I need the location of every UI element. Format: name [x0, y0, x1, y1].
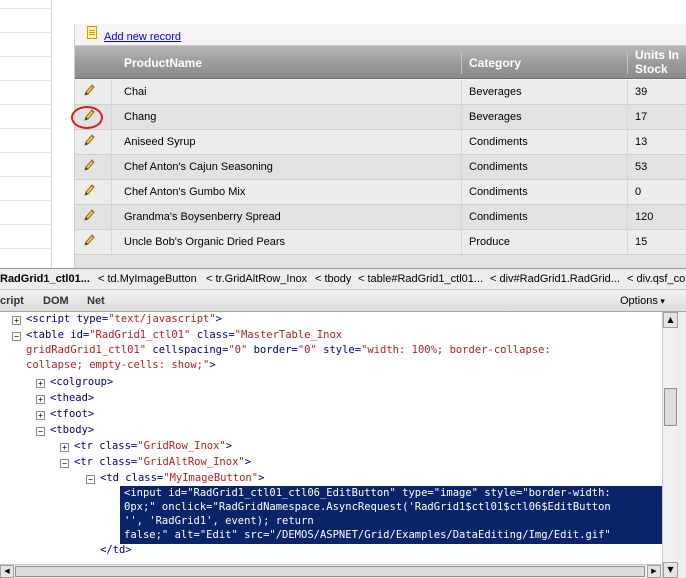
category-cell: Beverages	[469, 111, 522, 123]
collapse-toggle[interactable]: −	[12, 332, 21, 341]
table-row: Uncle Bob's Organic Dried Pears Produce …	[75, 230, 686, 255]
breadcrumb: RadGrid1_ctl01... < td.MyImageButton < t…	[0, 268, 686, 290]
table-row: Aniseed Syrup Condiments 13	[75, 130, 686, 155]
tab-script[interactable]: cript	[0, 295, 24, 307]
breadcrumb-item[interactable]: < tbody	[315, 273, 351, 285]
selected-line: '', 'RadGrid1', event); return	[124, 515, 314, 527]
horizontal-scroll-thumb[interactable]	[15, 566, 645, 577]
tree-line-table[interactable]: <table id="RadGrid1_ctl01" class="Master…	[26, 328, 342, 343]
category-cell: Condiments	[469, 186, 528, 198]
tree-line-tfoot[interactable]: <tfoot>	[50, 407, 94, 422]
table-row: Chang Beverages 17	[75, 105, 686, 130]
table-row: Chai Beverages 39	[75, 80, 686, 105]
vertical-scroll-thumb[interactable]	[664, 388, 677, 426]
category-cell: Produce	[469, 236, 510, 248]
tree-line-td-close: </td>	[100, 544, 132, 556]
product-name-cell: Chang	[124, 111, 157, 123]
header-category[interactable]: Category	[469, 56, 521, 70]
html-tree-panel: + <script type="text/javascript"> − <tab…	[0, 312, 662, 564]
units-cell: 13	[635, 136, 648, 148]
selected-line: <input id="RadGrid1_ctl01_ctl06_EditButt…	[124, 487, 611, 499]
category-cell: Beverages	[469, 86, 522, 98]
table-row: Grandma's Boysenberry Spread Condiments …	[75, 205, 686, 230]
header-product-name[interactable]: ProductName	[124, 56, 202, 70]
breadcrumb-item[interactable]: < div#RadGrid1.RadGrid...	[490, 273, 620, 285]
pencil-icon[interactable]	[83, 233, 95, 247]
tree-line-tr-altrow[interactable]: <tr class="GridAltRow_Inox">	[74, 455, 251, 470]
collapse-toggle[interactable]: −	[86, 475, 95, 484]
breadcrumb-item[interactable]: < td.MyImageButton	[98, 273, 197, 285]
grid-header-row: ProductName Category Units In Stock	[75, 46, 686, 79]
units-cell: 53	[635, 161, 648, 173]
product-name-cell: Chef Anton's Gumbo Mix	[124, 186, 246, 198]
header-units-in-stock[interactable]: Units In Stock	[635, 48, 686, 76]
tab-net[interactable]: Net	[87, 295, 105, 307]
tree-line-colgroup[interactable]: <colgroup>	[50, 375, 113, 390]
tree-line-script[interactable]: <script type="text/javascript">	[26, 312, 222, 327]
units-cell: 15	[635, 236, 648, 248]
expand-toggle[interactable]: +	[60, 443, 69, 452]
tree-line-thead[interactable]: <thead>	[50, 391, 94, 406]
product-name-cell: Chai	[124, 86, 147, 98]
options-menu-button[interactable]: Options	[620, 295, 665, 307]
table-row	[75, 255, 686, 268]
products-grid: Add new record ProductName Category Unit…	[74, 24, 686, 268]
firebug-tab-bar: cript DOM Net Options	[0, 290, 686, 312]
product-name-cell: Chef Anton's Cajun Seasoning	[124, 161, 273, 173]
table-row: Chef Anton's Cajun Seasoning Condiments …	[75, 155, 686, 180]
highlight-circle	[71, 106, 103, 129]
expand-toggle[interactable]: +	[12, 316, 21, 325]
tree-line-table-cont: collapse; empty-cells: show;">	[26, 359, 216, 371]
pencil-icon[interactable]	[83, 83, 95, 97]
pencil-icon[interactable]	[83, 183, 95, 197]
breadcrumb-item[interactable]: < tr.GridAltRow_Inox	[206, 273, 307, 285]
scroll-up-arrow-icon[interactable]: ▲	[663, 312, 678, 328]
command-item-row: Add new record	[75, 24, 686, 46]
product-name-cell: Aniseed Syrup	[124, 136, 196, 148]
scroll-left-arrow-icon[interactable]: ◀	[0, 565, 14, 578]
pencil-icon[interactable]	[83, 133, 95, 147]
selected-node-input[interactable]: <input id="RadGrid1_ctl01_ctl06_EditButt…	[120, 486, 662, 544]
tree-line-tbody[interactable]: <tbody>	[50, 423, 94, 438]
product-name-cell: Grandma's Boysenberry Spread	[124, 211, 281, 223]
pencil-icon[interactable]	[83, 208, 95, 222]
units-cell: 39	[635, 86, 648, 98]
scrollbar-corner	[678, 312, 686, 578]
breadcrumb-item[interactable]: < div.qsf_co	[627, 273, 685, 285]
category-cell: Condiments	[469, 161, 528, 173]
breadcrumb-item[interactable]: RadGrid1_ctl01...	[0, 273, 90, 285]
selected-line: false;" alt="Edit" src="/DEMOS/ASPNET/Gr…	[124, 529, 611, 541]
tree-line-table-cont: gridRadGrid1_ctl01" cellspacing="0" bord…	[26, 344, 551, 356]
collapse-toggle[interactable]: −	[60, 459, 69, 468]
units-cell: 17	[635, 111, 648, 123]
scroll-down-arrow-icon[interactable]: ▼	[663, 562, 678, 578]
web-page-area: Add new record ProductName Category Unit…	[0, 0, 686, 268]
scroll-right-arrow-icon[interactable]: ▶	[647, 565, 661, 578]
selected-line: 0px;" onclick="RadGridNamespace.AsyncReq…	[124, 501, 611, 513]
tab-dom[interactable]: DOM	[43, 295, 69, 307]
product-name-cell: Uncle Bob's Organic Dried Pears	[124, 236, 286, 248]
expand-toggle[interactable]: +	[36, 395, 45, 404]
new-record-icon[interactable]	[87, 26, 97, 39]
category-cell: Condiments	[469, 211, 528, 223]
horizontal-scrollbar[interactable]: ◀ ▶	[0, 564, 662, 578]
category-cell: Condiments	[469, 136, 528, 148]
breadcrumb-item[interactable]: < table#RadGrid1_ctl01...	[358, 273, 483, 285]
units-cell: 120	[635, 211, 654, 223]
tree-line-tr-gridrow[interactable]: <tr class="GridRow_Inox">	[74, 439, 232, 454]
vertical-scrollbar[interactable]: ▲ ▼	[662, 312, 678, 578]
table-row: Chef Anton's Gumbo Mix Condiments 0	[75, 180, 686, 205]
collapse-toggle[interactable]: −	[36, 427, 45, 436]
expand-toggle[interactable]: +	[36, 411, 45, 420]
tree-line-td[interactable]: <td class="MyImageButton">	[100, 471, 264, 486]
expand-toggle[interactable]: +	[36, 379, 45, 388]
units-cell: 0	[635, 186, 642, 198]
add-new-record-link[interactable]: Add new record	[104, 31, 181, 43]
left-navigation-strip	[0, 0, 52, 268]
pencil-icon[interactable]	[83, 158, 95, 172]
